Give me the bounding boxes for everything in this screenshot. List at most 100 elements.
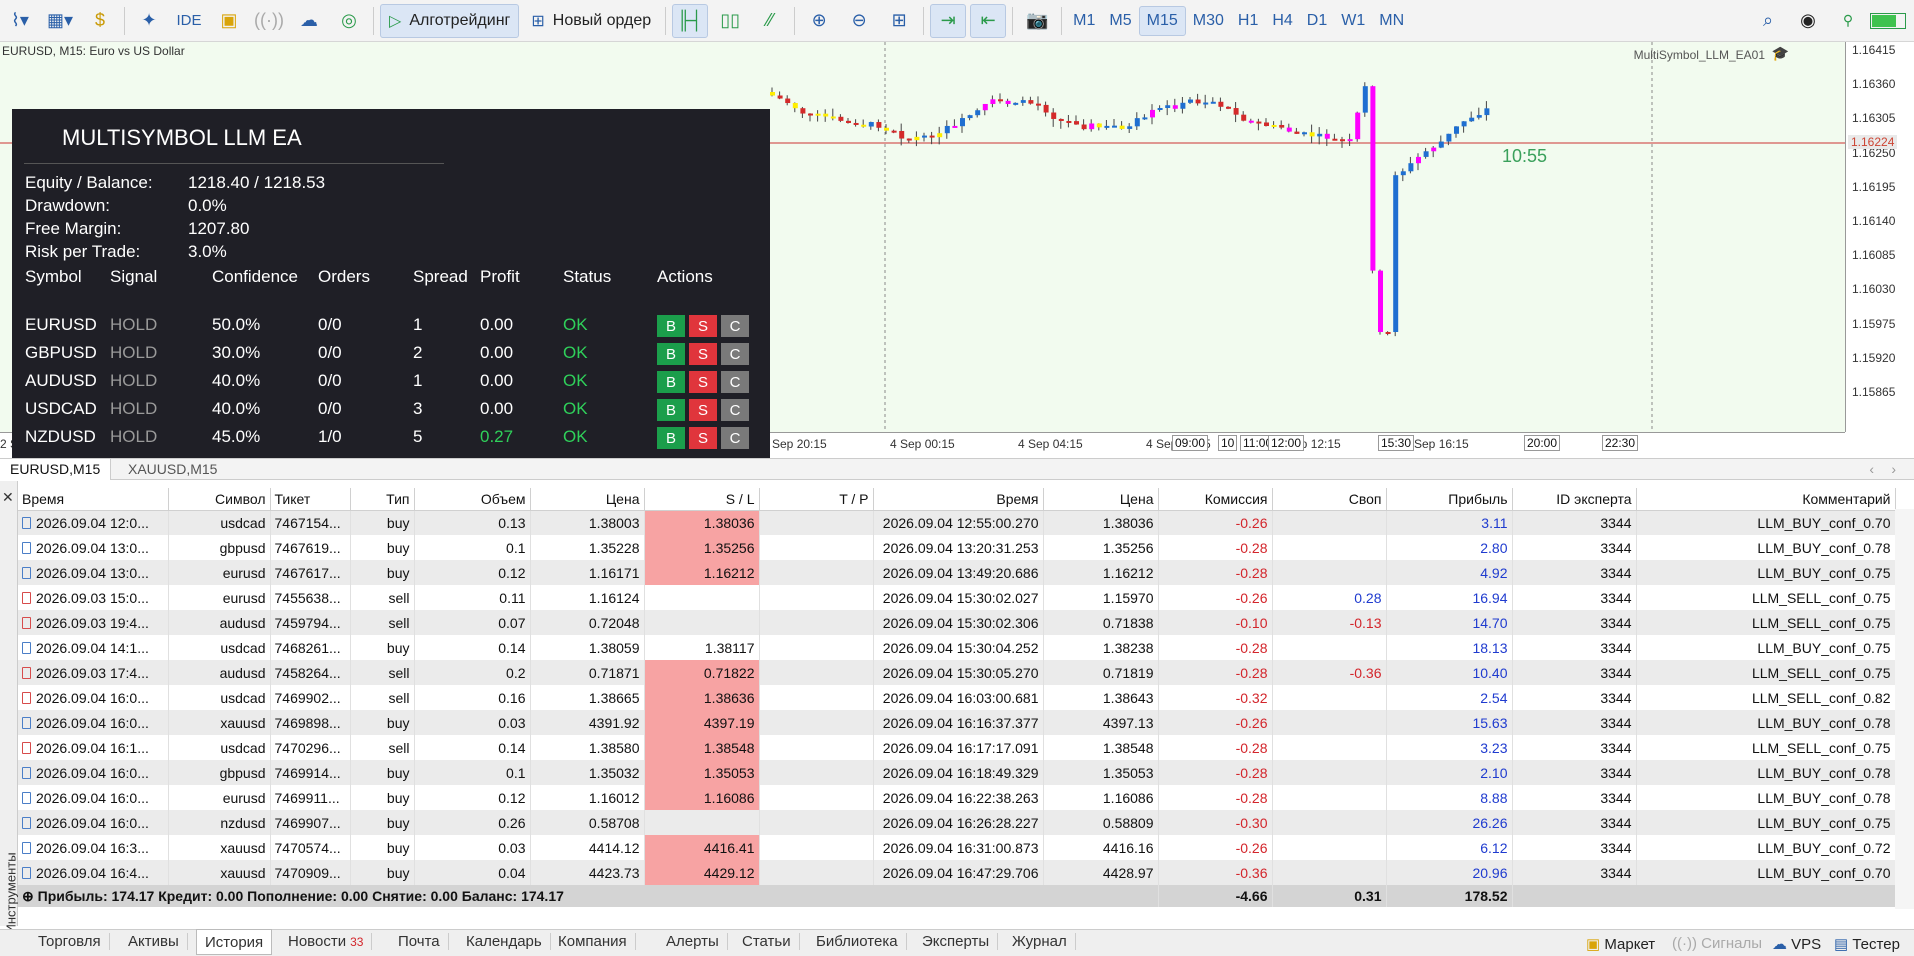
candle-chart-icon[interactable]: ▯▯: [712, 4, 748, 38]
timeframe-m15[interactable]: M15: [1138, 5, 1186, 36]
col-header[interactable]: Символ: [168, 488, 271, 511]
gbpusd-buy-button[interactable]: B: [657, 343, 685, 365]
bar-chart-icon[interactable]: ╟┤: [672, 3, 709, 38]
col-header[interactable]: Цена: [1043, 488, 1159, 511]
timeframe-h4[interactable]: H4: [1265, 6, 1299, 36]
search-icon[interactable]: ⌕: [1750, 4, 1786, 38]
col-header[interactable]: Объем: [414, 488, 531, 511]
timeframe-m30[interactable]: M30: [1186, 6, 1231, 36]
tab-1[interactable]: Активы: [120, 933, 188, 950]
autoscroll-icon[interactable]: ⇥: [930, 3, 967, 38]
tab-6[interactable]: Компания: [550, 933, 636, 950]
col-header[interactable]: T / P: [759, 488, 874, 511]
table-row[interactable]: 2026.09.04 16:4... xauusd 7470909... buy 0.0…: [18, 860, 1896, 885]
price-axis[interactable]: 1.16415 1.16360 1.16305 1.16250 1.16195 1.161…: [1845, 42, 1914, 432]
zoom-out-icon[interactable]: ⊖: [841, 4, 877, 38]
col-header[interactable]: Прибыль: [1386, 488, 1513, 511]
table-row[interactable]: 2026.09.04 13:0... eurusd 7467617... buy 0.1…: [18, 560, 1896, 585]
chart-type-icon[interactable]: ▦▾: [42, 4, 78, 38]
eurusd-close-button[interactable]: C: [721, 315, 749, 337]
col-header[interactable]: Цена: [530, 488, 645, 511]
bag-icon[interactable]: ▣: [211, 4, 247, 38]
eurusd-sell-button[interactable]: S: [689, 315, 717, 337]
audusd-close-button[interactable]: C: [721, 371, 749, 393]
tab-5[interactable]: Календарь: [458, 933, 551, 950]
nzdusd-sell-button[interactable]: S: [689, 427, 717, 449]
col-header[interactable]: Время: [873, 488, 1044, 511]
timeframe-d1[interactable]: D1: [1300, 6, 1334, 36]
zoom-in-icon[interactable]: ⊕: [801, 4, 837, 38]
nzdusd-buy-button[interactable]: B: [657, 427, 685, 449]
signals-link[interactable]: ((·)) Сигналы: [1672, 935, 1762, 952]
vertical-scrollbar[interactable]: [1895, 509, 1914, 909]
tab-3[interactable]: Новости 33: [280, 933, 373, 950]
col-header[interactable]: Тикет: [270, 488, 351, 511]
table-row[interactable]: 2026.09.03 19:4... audusd 7459794... sell 0.…: [18, 610, 1896, 635]
line-chart-icon[interactable]: ⌇▾: [2, 4, 38, 38]
timeframe-mn[interactable]: MN: [1372, 6, 1411, 36]
tab-10[interactable]: Эксперты: [914, 933, 999, 950]
timeframe-w1[interactable]: W1: [1334, 6, 1372, 36]
signal-icon[interactable]: ((·)): [251, 4, 287, 38]
vps-link[interactable]: ☁ VPS: [1772, 935, 1821, 953]
table-row[interactable]: 2026.09.03 15:0... eurusd 7455638... sell 0.…: [18, 585, 1896, 610]
col-header[interactable]: S / L: [644, 488, 760, 511]
col-header[interactable]: Комиссия: [1158, 488, 1273, 511]
grid-icon[interactable]: ⊞: [881, 4, 917, 38]
table-row[interactable]: 2026.09.04 16:0... gbpusd 7469914... buy 0.1…: [18, 760, 1896, 785]
screenshot-icon[interactable]: 📷: [1019, 4, 1055, 38]
ide-button[interactable]: IDE: [171, 4, 207, 38]
col-header[interactable]: Тип: [350, 488, 415, 511]
tab-11[interactable]: Журнал: [1004, 933, 1076, 950]
tab-8[interactable]: Статьи: [734, 933, 800, 950]
gbpusd-sell-button[interactable]: S: [689, 343, 717, 365]
table-row[interactable]: 2026.09.04 16:3... xauusd 7470574... buy 0.0…: [18, 835, 1896, 860]
tab-0[interactable]: Торговля: [30, 933, 110, 950]
audusd-buy-button[interactable]: B: [657, 371, 685, 393]
close-icon[interactable]: ✕: [2, 489, 14, 506]
tab-2[interactable]: История: [196, 929, 273, 955]
timeframe-h1[interactable]: H1: [1231, 6, 1265, 36]
account-icon[interactable]: ◉: [1790, 4, 1826, 38]
algo-trading-button[interactable]: ▷ Алготрейдинг: [380, 3, 520, 38]
table-row[interactable]: 2026.09.04 16:1... usdcad 7470296... sell 0.…: [18, 735, 1896, 760]
table-row[interactable]: 2026.09.04 12:0... usdcad 7467154... buy 0.1…: [18, 510, 1896, 535]
tab-scroll-right-icon[interactable]: ›: [1891, 461, 1896, 477]
col-header[interactable]: Комментарий: [1636, 488, 1896, 511]
lvl-icon[interactable]: ⚲: [1830, 4, 1866, 38]
col-header[interactable]: Своп: [1272, 488, 1387, 511]
col-header[interactable]: Время: [18, 488, 169, 511]
price-chart[interactable]: EURUSD, M15: Euro vs US Dollar MultiSymb…: [0, 42, 1914, 469]
dollar-icon[interactable]: $: [82, 4, 118, 38]
table-row[interactable]: 2026.09.04 14:1... usdcad 7468261... buy 0.1…: [18, 635, 1896, 660]
tab-4[interactable]: Почта: [390, 933, 449, 950]
summary-expand-icon[interactable]: ⊕: [22, 888, 34, 904]
table-row[interactable]: 2026.09.04 16:0... nzdusd 7469907... buy 0.2…: [18, 810, 1896, 835]
chart-shift-icon[interactable]: ⇤: [970, 3, 1007, 38]
line-icon[interactable]: ⁄⁄: [752, 4, 788, 38]
timeframe-m1[interactable]: M1: [1066, 6, 1102, 36]
table-row[interactable]: 2026.09.04 16:0... usdcad 7469902... sell 0.…: [18, 685, 1896, 710]
usdcad-close-button[interactable]: C: [721, 399, 749, 421]
table-row[interactable]: 2026.09.04 13:0... gbpusd 7467619... buy 0.1…: [18, 535, 1896, 560]
usdcad-sell-button[interactable]: S: [689, 399, 717, 421]
crosshair-icon[interactable]: ✦: [131, 4, 167, 38]
tab-9[interactable]: Библиотека: [808, 933, 907, 950]
usdcad-buy-button[interactable]: B: [657, 399, 685, 421]
timeframe-m5[interactable]: M5: [1102, 6, 1138, 36]
audusd-sell-button[interactable]: S: [689, 371, 717, 393]
col-header[interactable]: ID эксперта: [1512, 488, 1637, 511]
eurusd-buy-button[interactable]: B: [657, 315, 685, 337]
tab-eurusd-m15[interactable]: EURUSD,M15: [0, 459, 112, 480]
cloud-icon[interactable]: ☁: [291, 4, 327, 38]
tab-scroll-left-icon[interactable]: ‹: [1869, 461, 1874, 477]
table-row[interactable]: 2026.09.03 17:4... audusd 7458264... sell 0.…: [18, 660, 1896, 685]
globe-icon[interactable]: ◎: [331, 4, 367, 38]
gbpusd-close-button[interactable]: C: [721, 343, 749, 365]
new-order-button[interactable]: ⊞ Новый ордер: [523, 4, 659, 38]
nzdusd-close-button[interactable]: C: [721, 427, 749, 449]
market-link[interactable]: ▣ Маркет: [1586, 935, 1655, 953]
tab-xauusd-m15[interactable]: XAUUSD,M15: [118, 459, 227, 480]
table-row[interactable]: 2026.09.04 16:0... xauusd 7469898... buy 0.0…: [18, 710, 1896, 735]
tester-link[interactable]: ▤ Тестер: [1834, 935, 1900, 953]
